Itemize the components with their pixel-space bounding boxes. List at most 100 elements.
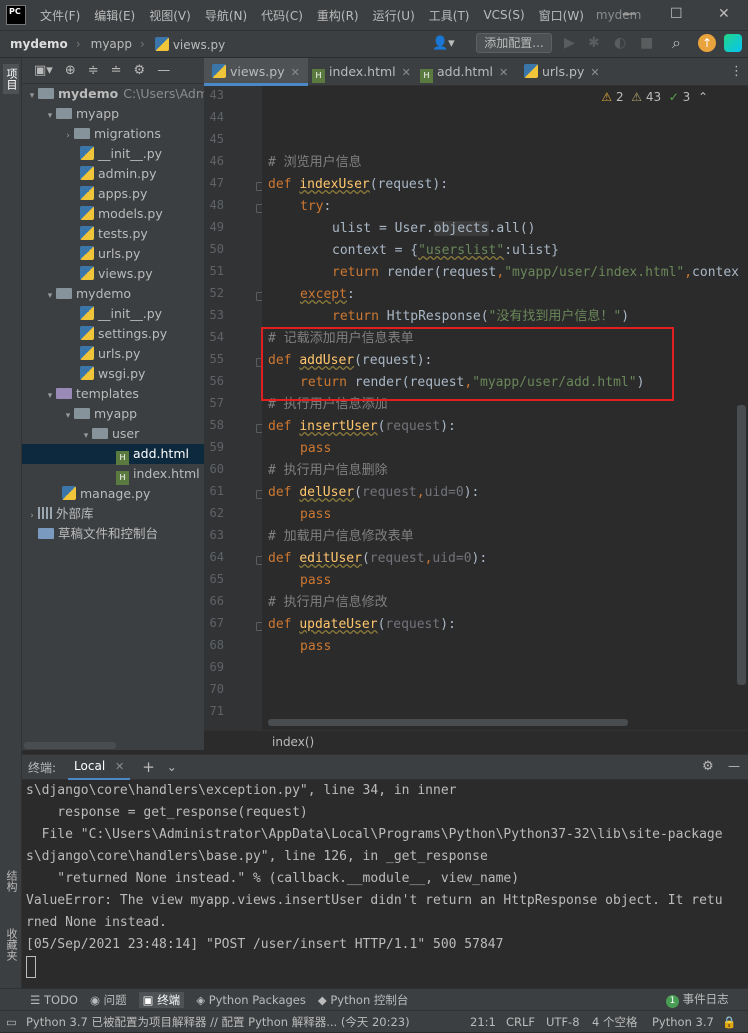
tree-item-file[interactable]: settings.py [22,324,204,344]
project-view-icon[interactable]: ▣▾ [34,63,53,78]
tree-item-manage[interactable]: manage.py [22,484,204,504]
add-icon[interactable]: + [142,758,155,776]
warning-icon: ⚠ [601,90,613,104]
line-separator[interactable]: CRLF [506,1011,535,1033]
close-icon[interactable]: ✕ [115,760,124,773]
tree-item-templates[interactable]: ▾ templates [22,384,204,404]
plugin-icon[interactable] [724,34,742,52]
menu-refactor[interactable]: 重构(R) [317,7,359,24]
menu-vcs[interactable]: VCS(S) [483,8,524,22]
status-message[interactable]: Python 3.7 已被配置为项目解释器 // 配置 Python 解释器..… [26,1011,458,1033]
code-line: pass [300,573,332,588]
breadcrumb-project[interactable]: mydemo [10,37,68,51]
update-icon[interactable]: ↑ [698,34,716,52]
menu-navigate[interactable]: 导航(N) [205,7,247,24]
close-icon[interactable]: ✕ [590,66,599,79]
problems-tool-button[interactable]: ◉ 问题 [90,992,127,1008]
line-number: 55 [209,352,224,366]
code-editor[interactable]: # 浏览用户信息 def indexUser(request): try: ul… [262,86,748,730]
close-icon[interactable]: ✕ [291,66,300,79]
indent-setting[interactable]: 4 个空格 [592,1011,637,1033]
tab-add-html[interactable]: Hadd.html ✕ [412,58,516,86]
tree-scrollbar[interactable] [24,742,116,749]
tool-label: 问题 [103,992,127,1007]
event-log-button[interactable]: 1 事件日志 [666,991,729,1008]
more-tabs-icon[interactable]: ⋮ [730,64,743,79]
run-icon[interactable]: ▶ [564,35,575,51]
favorites-tool-tab[interactable]: 收藏夹 [3,928,19,961]
coverage-icon[interactable]: ◐ [614,35,626,51]
project-tool-tab[interactable]: 项目 [3,64,19,94]
inspection-widget[interactable]: ⚠ 2 ⚠ 43 ✓ 3 ⌃ [601,90,708,108]
terminal-tool-button[interactable]: ▣ 终端 [138,991,185,1008]
tree-item-file[interactable]: __init__.py [22,144,204,164]
editor-breadcrumb[interactable]: index() [204,730,748,752]
breadcrumb-myapp[interactable]: myapp [91,37,132,51]
tree-item-index-html[interactable]: Hindex.html [22,464,204,485]
tree-item-file[interactable]: tests.py [22,224,204,244]
menu-tools[interactable]: 工具(T) [429,7,470,24]
line-number: 56 [209,374,224,388]
debug-icon[interactable]: ✱ [588,35,600,51]
tree-item-file[interactable]: urls.py [22,244,204,264]
maximize-button[interactable]: ☐ [670,6,683,22]
chevron-down-icon[interactable]: ⌄ [167,760,177,774]
tree-item-file[interactable]: wsgi.py [22,364,204,384]
tool-label: Python Packages [208,992,306,1007]
tree-item-scratches[interactable]: 草稿文件和控制台 [22,524,204,544]
tree-item-file[interactable]: urls.py [22,344,204,364]
search-icon[interactable]: ⌕ [672,33,681,53]
hide-icon[interactable]: — [728,759,740,773]
terminal-output[interactable]: s\django\core\handlers\exception.py", li… [22,780,748,988]
menu-run[interactable]: 运行(U) [373,7,415,24]
editor-hscrollbar[interactable] [268,719,628,726]
tree-item-add-html[interactable]: Hadd.html [22,444,204,465]
menu-file[interactable]: 文件(F) [40,7,80,24]
stop-icon[interactable]: ■ [640,35,653,51]
lock-icon[interactable]: 🔒 [722,1011,736,1033]
close-icon[interactable]: ✕ [499,66,508,79]
tree-item-file[interactable]: views.py [22,264,204,284]
tree-item-user[interactable]: ▾ user [22,424,204,444]
status-icon[interactable]: ▭ [6,1011,17,1033]
tab-urls-py[interactable]: urls.py ✕ [516,58,608,86]
tree-item-migrations[interactable]: › migrations [22,124,204,144]
user-icon[interactable]: 👤▾ [432,36,455,51]
tree-item-external-libs[interactable]: › 外部库 [22,504,204,524]
tree-item-mydemo[interactable]: ▾ mydemo [22,284,204,304]
tree-item-file[interactable]: __init__.py [22,304,204,324]
close-button[interactable]: ✕ [718,6,730,22]
menu-view[interactable]: 视图(V) [149,7,191,24]
todo-tool-button[interactable]: ☰ TODO [30,993,78,1007]
python-interpreter[interactable]: Python 3.7 [652,1011,714,1033]
menu-code[interactable]: 代码(C) [261,7,303,24]
locate-icon[interactable]: ⊕ [65,63,76,78]
tree-item-tpl-myapp[interactable]: ▾ myapp [22,404,204,424]
hide-icon[interactable]: — [157,63,170,78]
chevron-up-icon[interactable]: ⌃ [698,90,708,104]
tab-views-py[interactable]: views.py ✕ [204,58,308,86]
close-icon[interactable]: ✕ [402,66,411,79]
gear-icon[interactable]: ⚙ [702,759,714,774]
tab-index-html[interactable]: Hindex.html ✕ [304,58,419,86]
tree-item-myapp[interactable]: ▾ myapp [22,104,204,124]
tree-item-file[interactable]: apps.py [22,184,204,204]
tree-item-root[interactable]: ▾ mydemo C:\Users\Adm [22,84,204,104]
terminal-tab-local[interactable]: Local ✕ [68,755,131,780]
editor-scrollbar[interactable] [737,405,746,685]
menu-window[interactable]: 窗口(W) [539,7,584,24]
expand-all-icon[interactable]: ≑ [88,63,99,78]
collapse-all-icon[interactable]: ≐ [111,63,122,78]
python-packages-tool-button[interactable]: ◈ Python Packages [196,993,306,1007]
structure-tool-tab[interactable]: 结构 [3,870,19,892]
tree-item-file[interactable]: models.py [22,204,204,224]
breadcrumb-file[interactable]: views.py [154,36,225,52]
tree-item-file[interactable]: admin.py [22,164,204,184]
caret-position[interactable]: 21:1 [470,1011,496,1033]
add-configuration-button[interactable]: 添加配置... [476,33,552,53]
minimize-button[interactable]: — [622,6,636,22]
file-encoding[interactable]: UTF-8 [546,1011,580,1033]
python-console-tool-button[interactable]: ◆ Python 控制台 [318,992,409,1008]
menu-edit[interactable]: 编辑(E) [94,7,135,24]
gear-icon[interactable]: ⚙ [134,63,146,78]
